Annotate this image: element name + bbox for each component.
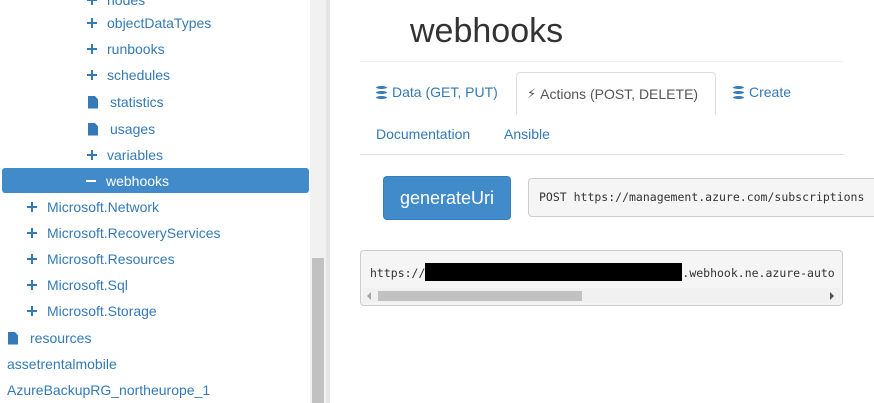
- tree-item-label: Microsoft.Network: [47, 199, 160, 215]
- tree-item-schedules[interactable]: schedules: [87, 63, 170, 87]
- expand-icon[interactable]: [87, 18, 97, 28]
- tab-label: Ansible: [504, 126, 550, 142]
- title-divider: [360, 61, 843, 62]
- tree-item-label: Microsoft.Sql: [47, 277, 128, 293]
- expand-icon[interactable]: [87, 70, 97, 80]
- tree-item-resources[interactable]: resources: [8, 326, 91, 350]
- panel-divider[interactable]: [326, 0, 330, 403]
- bolt-icon: ⚡︎: [527, 85, 537, 101]
- tree-item-statistics[interactable]: statistics: [88, 90, 164, 114]
- response-output: https:// .webhook.ne.azure-auto: [360, 250, 843, 306]
- tab-label: Data (GET, PUT): [392, 84, 498, 100]
- tree-item-label: schedules: [107, 67, 171, 83]
- tree-item-label: Microsoft.RecoveryServices: [47, 225, 221, 241]
- expand-icon[interactable]: [87, 44, 97, 54]
- tree-item-label: statistics: [110, 94, 164, 110]
- expand-icon[interactable]: [87, 0, 97, 5]
- scroll-right-icon[interactable]: [830, 292, 834, 300]
- response-text: https:// .webhook.ne.azure-auto: [370, 263, 835, 281]
- tab-ansible[interactable]: Ansible: [504, 126, 550, 142]
- request-url-display: POST https://management.azure.com/subscr…: [528, 178, 874, 217]
- expand-icon[interactable]: [27, 254, 37, 264]
- tab-documentation[interactable]: Documentation: [376, 126, 470, 142]
- tree-item-azurebackuprg[interactable]: AzureBackupRG_northeurope_1: [7, 382, 210, 398]
- scrollbar-thumb[interactable]: [312, 258, 324, 403]
- tree-item-label: usages: [110, 121, 156, 137]
- tree-item-microsoft-sql[interactable]: Microsoft.Sql: [27, 273, 128, 297]
- tree-item-label: runbooks: [107, 41, 165, 57]
- tree-item-assetrentalmobile[interactable]: assetrentalmobile: [7, 356, 117, 372]
- expand-icon[interactable]: [27, 228, 37, 238]
- resource-tree: nodes objectDataTypes runbooks schedules…: [0, 0, 310, 403]
- tree-item-microsoft-network[interactable]: Microsoft.Network: [27, 195, 159, 219]
- tab-data[interactable]: Data (GET, PUT): [376, 84, 498, 100]
- tree-item-objectdatatypes[interactable]: objectDataTypes: [87, 11, 211, 35]
- tab-label: Documentation: [376, 126, 471, 142]
- scrollbar-thumb[interactable]: [378, 291, 582, 301]
- tree-item-label: objectDataTypes: [107, 15, 212, 31]
- tab-label: Create: [749, 84, 792, 100]
- tree-item-microsoft-recoveryservices[interactable]: Microsoft.RecoveryServices: [27, 221, 221, 245]
- file-icon: [88, 122, 98, 136]
- tree-item-usages[interactable]: usages: [88, 117, 155, 141]
- tree-item-variables[interactable]: variables: [87, 143, 163, 167]
- expand-icon[interactable]: [27, 306, 37, 316]
- file-icon: [8, 331, 18, 345]
- tree-item-label: Microsoft.Storage: [47, 303, 157, 319]
- tab-label: Actions (POST, DELETE): [540, 85, 699, 102]
- tree-scrollbar[interactable]: [310, 0, 326, 403]
- tree-item-webhooks[interactable]: webhooks: [2, 168, 309, 193]
- tree-item-label: variables: [107, 147, 164, 163]
- expand-icon[interactable]: [27, 280, 37, 290]
- collapse-icon[interactable]: [86, 176, 96, 186]
- tree-item-label: webhooks: [106, 172, 170, 189]
- tree-item-label: resources: [30, 330, 92, 346]
- tree-item-label: nodes: [107, 0, 146, 8]
- file-icon: [88, 95, 98, 109]
- generate-uri-button[interactable]: generateUri: [383, 176, 511, 220]
- database-icon: [733, 85, 744, 99]
- expand-icon[interactable]: [87, 150, 97, 160]
- response-scrollbar[interactable]: [363, 288, 840, 303]
- tree-item-label: Microsoft.Resources: [47, 251, 175, 267]
- page-title: webhooks: [410, 12, 564, 50]
- tabs-divider: [360, 154, 843, 155]
- tree-item-microsoft-storage[interactable]: Microsoft.Storage: [27, 299, 157, 323]
- tree-item-runbooks[interactable]: runbooks: [87, 37, 165, 61]
- response-prefix: https://: [370, 266, 426, 280]
- tab-actions[interactable]: ⚡︎ Actions (POST, DELETE): [516, 72, 716, 115]
- database-icon: [376, 85, 387, 99]
- tab-create[interactable]: Create: [733, 84, 791, 100]
- response-suffix: .webhook.ne.azure-auto: [682, 266, 835, 280]
- scroll-left-icon[interactable]: [367, 292, 371, 300]
- redacted-block: [425, 263, 683, 281]
- expand-icon[interactable]: [27, 202, 37, 212]
- tree-item-microsoft-resources[interactable]: Microsoft.Resources: [27, 247, 175, 271]
